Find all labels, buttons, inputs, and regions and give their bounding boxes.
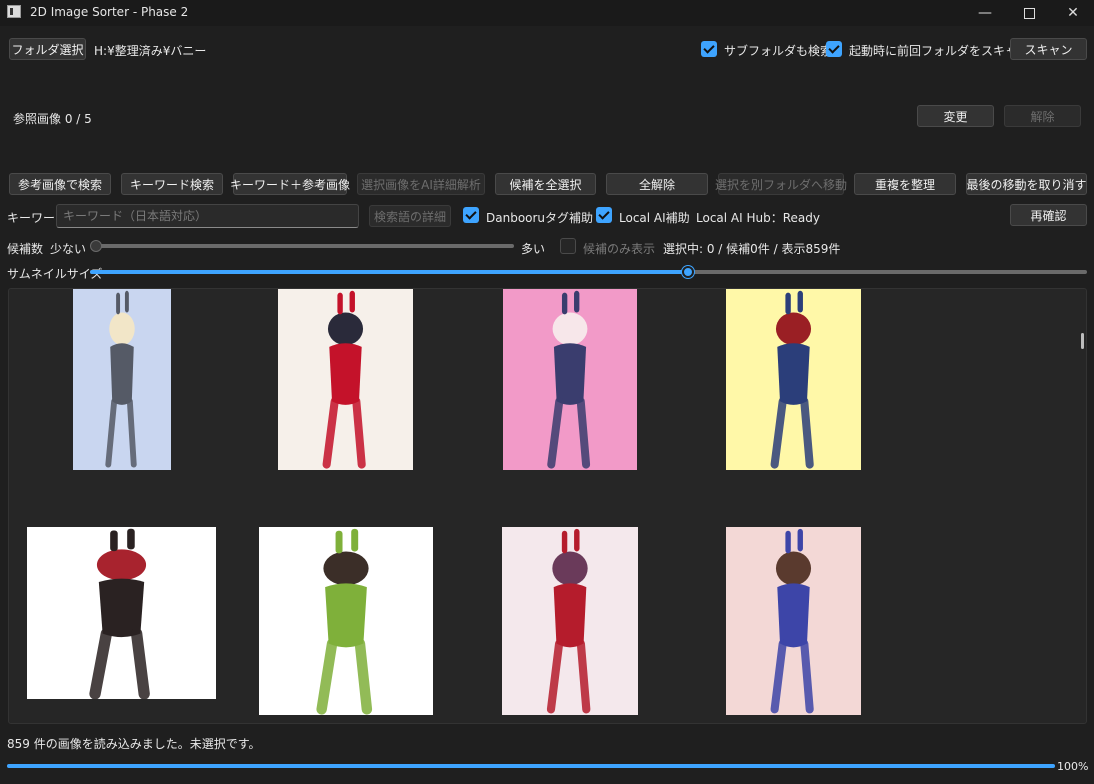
scan-on-start-checkbox[interactable] bbox=[826, 41, 842, 57]
subfolder-label: サブフォルダも検索 bbox=[724, 44, 833, 58]
keyword-input[interactable] bbox=[56, 204, 359, 228]
recheck-button[interactable]: 再確認 bbox=[1010, 204, 1087, 226]
status-message: 859 件の画像を読み込みました。未選択です。 bbox=[7, 737, 261, 751]
danbooru-checkbox[interactable] bbox=[463, 207, 479, 223]
selection-status: 選択中: 0 / 候補0件 / 表示859件 bbox=[663, 242, 841, 256]
close-icon[interactable]: ✕ bbox=[1050, 0, 1094, 26]
candidates-only-label: 候補のみ表示 bbox=[583, 242, 656, 256]
reference-count: 参照画像 0 / 5 bbox=[13, 112, 92, 126]
thumbnail-5[interactable] bbox=[27, 527, 216, 699]
clear-reference-button[interactable]: 解除 bbox=[1004, 105, 1081, 127]
keyword-search-button[interactable]: キーワード検索 bbox=[121, 173, 223, 195]
thumbnail-1[interactable] bbox=[73, 289, 171, 470]
maximize-icon[interactable] bbox=[1006, 0, 1052, 26]
candidate-min-label: 少ない bbox=[50, 242, 87, 256]
candidate-slider-track[interactable] bbox=[94, 244, 514, 248]
danbooru-label: Danbooruタグ補助 bbox=[486, 211, 594, 225]
deselect-all-button[interactable]: 全解除 bbox=[606, 173, 708, 195]
candidate-count-label: 候補数 bbox=[7, 242, 44, 256]
thumbnail-slider-thumb[interactable] bbox=[682, 266, 695, 278]
scan-button[interactable]: スキャン bbox=[1010, 38, 1087, 60]
undo-last-move-button[interactable]: 最後の移動を取り消す bbox=[966, 173, 1087, 195]
image-gallery[interactable] bbox=[8, 288, 1087, 724]
organize-duplicates-button[interactable]: 重複を整理 bbox=[854, 173, 956, 195]
app-icon bbox=[7, 5, 21, 18]
thumbnail-3[interactable] bbox=[503, 289, 637, 470]
candidates-only-checkbox[interactable] bbox=[560, 238, 576, 254]
folder-select-button[interactable]: フォルダ選択 bbox=[9, 38, 86, 60]
gallery-scrollbar[interactable] bbox=[1081, 333, 1084, 349]
thumbnail-2[interactable] bbox=[278, 289, 413, 470]
thumbnail-8[interactable] bbox=[726, 527, 861, 715]
local-ai-checkbox[interactable] bbox=[596, 207, 612, 223]
folder-path: H:¥整理済み¥バニー bbox=[94, 44, 207, 58]
thumbnail-7[interactable] bbox=[502, 527, 638, 715]
ai-hub-status: Local AI Hub：Ready bbox=[696, 211, 820, 225]
candidate-max-label: 多い bbox=[521, 242, 546, 256]
move-selection-button[interactable]: 選択を別フォルダへ移動 bbox=[715, 173, 847, 195]
candidate-slider-thumb[interactable] bbox=[90, 240, 102, 252]
thumbnail-4[interactable] bbox=[726, 289, 861, 470]
select-all-candidates-button[interactable]: 候補を全選択 bbox=[495, 173, 596, 195]
subfolder-checkbox[interactable] bbox=[701, 41, 717, 57]
minimize-icon[interactable]: — bbox=[962, 0, 1008, 26]
thumbnail-size-label: サムネイルサイズ bbox=[7, 267, 103, 281]
local-ai-label: Local AI補助 bbox=[619, 211, 690, 225]
progress-label: 100% bbox=[1057, 760, 1089, 773]
change-reference-button[interactable]: 変更 bbox=[917, 105, 994, 127]
scan-on-start-label: 起動時に前回フォルダをスキャン bbox=[849, 44, 1030, 58]
keyword-detail-button[interactable]: 検索語の詳細 bbox=[369, 205, 451, 227]
window-title: 2D Image Sorter - Phase 2 bbox=[30, 5, 189, 19]
thumbnail-6[interactable] bbox=[259, 527, 433, 715]
progress-bar bbox=[7, 764, 1055, 768]
ai-analysis-button[interactable]: 選択画像をAI詳細解析 bbox=[357, 173, 485, 195]
search-by-reference-button[interactable]: 参考画像で検索 bbox=[9, 173, 111, 195]
thumbnail-slider-fill bbox=[90, 270, 689, 274]
keyword-and-reference-button[interactable]: キーワード＋参考画像 bbox=[230, 173, 350, 195]
